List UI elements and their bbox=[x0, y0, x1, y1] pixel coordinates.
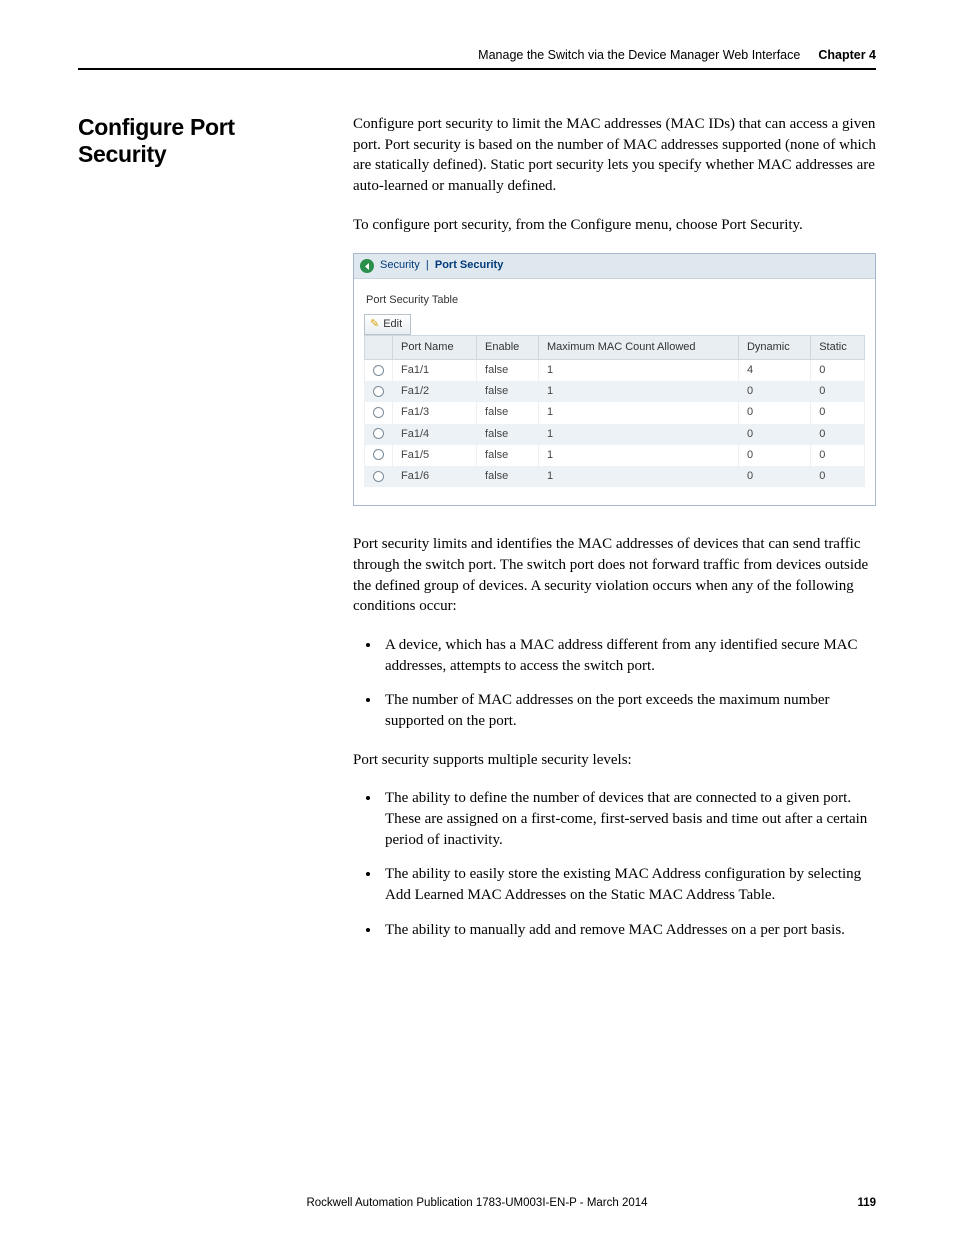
cell-static: 0 bbox=[811, 402, 865, 423]
cell-dynamic: 0 bbox=[738, 445, 810, 466]
col-portname: Port Name bbox=[393, 335, 477, 359]
cell-portname: Fa1/4 bbox=[393, 424, 477, 445]
table-row[interactable]: Fa1/6false100 bbox=[365, 466, 865, 487]
row-radio[interactable] bbox=[373, 449, 384, 460]
cell-portname: Fa1/5 bbox=[393, 445, 477, 466]
list-item: The number of MAC addresses on the port … bbox=[381, 690, 876, 731]
header-title: Manage the Switch via the Device Manager… bbox=[478, 48, 800, 62]
page-footer: Rockwell Automation Publication 1783-UM0… bbox=[78, 1197, 876, 1209]
cell-enable: false bbox=[477, 466, 539, 487]
edit-button[interactable]: ✎ Edit bbox=[364, 314, 411, 335]
cell-static: 0 bbox=[811, 466, 865, 487]
table-row[interactable]: Fa1/3false100 bbox=[365, 402, 865, 423]
cell-max: 1 bbox=[538, 424, 738, 445]
cell-dynamic: 4 bbox=[738, 360, 810, 382]
cell-enable: false bbox=[477, 381, 539, 402]
levels-intro: Port security supports multiple security… bbox=[353, 750, 876, 771]
col-enable: Enable bbox=[477, 335, 539, 359]
col-static: Static bbox=[811, 335, 865, 359]
col-select bbox=[365, 335, 393, 359]
publication-line: Rockwell Automation Publication 1783-UM0… bbox=[306, 1197, 647, 1209]
crumb-sep: | bbox=[426, 259, 429, 271]
table-row[interactable]: Fa1/2false100 bbox=[365, 381, 865, 402]
back-icon[interactable] bbox=[360, 259, 374, 273]
port-security-screenshot: Security | Port Security Port Security T… bbox=[353, 253, 876, 506]
page-header: Manage the Switch via the Device Manager… bbox=[78, 48, 876, 70]
col-dynamic: Dynamic bbox=[738, 335, 810, 359]
cell-dynamic: 0 bbox=[738, 402, 810, 423]
section-title: Configure Port Security bbox=[78, 114, 323, 168]
col-maxmac: Maximum MAC Count Allowed bbox=[538, 335, 738, 359]
cell-static: 0 bbox=[811, 445, 865, 466]
crumb-parent: Security bbox=[380, 259, 420, 271]
cell-portname: Fa1/2 bbox=[393, 381, 477, 402]
levels-list: The ability to define the number of devi… bbox=[381, 788, 876, 940]
cell-max: 1 bbox=[538, 381, 738, 402]
row-radio[interactable] bbox=[373, 365, 384, 376]
pencil-icon: ✎ bbox=[370, 317, 379, 332]
instruction-paragraph: To configure port security, from the Con… bbox=[353, 215, 876, 236]
cell-enable: false bbox=[477, 445, 539, 466]
edit-label: Edit bbox=[383, 317, 402, 332]
ui-breadcrumb-bar: Security | Port Security bbox=[354, 254, 875, 278]
cell-max: 1 bbox=[538, 402, 738, 423]
cell-enable: false bbox=[477, 360, 539, 382]
port-security-table: Port Name Enable Maximum MAC Count Allow… bbox=[364, 335, 865, 487]
cell-max: 1 bbox=[538, 360, 738, 382]
breadcrumb: Security | Port Security bbox=[380, 258, 503, 273]
list-item: A device, which has a MAC address differ… bbox=[381, 635, 876, 676]
table-caption: Port Security Table bbox=[364, 293, 865, 308]
row-radio[interactable] bbox=[373, 386, 384, 397]
cell-portname: Fa1/6 bbox=[393, 466, 477, 487]
cell-static: 0 bbox=[811, 381, 865, 402]
explain-paragraph: Port security limits and identifies the … bbox=[353, 534, 876, 617]
crumb-current: Port Security bbox=[435, 259, 503, 271]
row-radio[interactable] bbox=[373, 407, 384, 418]
list-item: The ability to define the number of devi… bbox=[381, 788, 876, 850]
cell-max: 1 bbox=[538, 466, 738, 487]
cell-dynamic: 0 bbox=[738, 381, 810, 402]
list-item: The ability to easily store the existing… bbox=[381, 864, 876, 905]
header-chapter: Chapter 4 bbox=[818, 48, 876, 62]
violation-list: A device, which has a MAC address differ… bbox=[381, 635, 876, 732]
cell-dynamic: 0 bbox=[738, 466, 810, 487]
list-item: The ability to manually add and remove M… bbox=[381, 920, 876, 941]
cell-portname: Fa1/1 bbox=[393, 360, 477, 382]
cell-max: 1 bbox=[538, 445, 738, 466]
table-row[interactable]: Fa1/4false100 bbox=[365, 424, 865, 445]
page-number: 119 bbox=[857, 1197, 876, 1209]
cell-static: 0 bbox=[811, 360, 865, 382]
cell-portname: Fa1/3 bbox=[393, 402, 477, 423]
cell-static: 0 bbox=[811, 424, 865, 445]
cell-enable: false bbox=[477, 424, 539, 445]
cell-dynamic: 0 bbox=[738, 424, 810, 445]
row-radio[interactable] bbox=[373, 428, 384, 439]
table-row[interactable]: Fa1/5false100 bbox=[365, 445, 865, 466]
table-row[interactable]: Fa1/1false140 bbox=[365, 360, 865, 382]
cell-enable: false bbox=[477, 402, 539, 423]
intro-paragraph: Configure port security to limit the MAC… bbox=[353, 114, 876, 197]
row-radio[interactable] bbox=[373, 471, 384, 482]
